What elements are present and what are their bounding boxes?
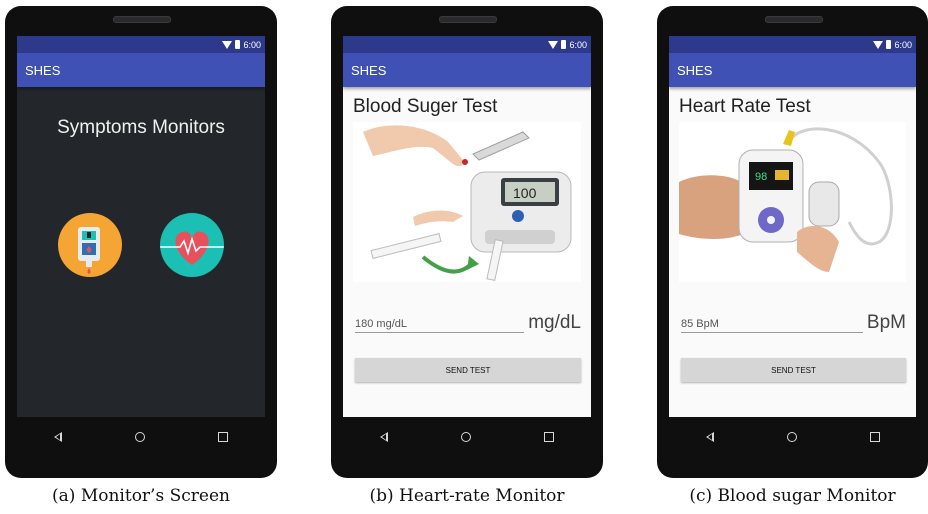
- glucose-input[interactable]: 180 mg/dL: [355, 318, 525, 333]
- home-icon[interactable]: [134, 431, 145, 442]
- send-test-button[interactable]: SEND TEST: [355, 358, 581, 382]
- app-bar: SHES: [17, 53, 265, 87]
- heart-rate-input[interactable]: 85 BpM: [681, 318, 863, 333]
- unit-label: BpM: [866, 312, 906, 333]
- speaker-grille: [439, 16, 497, 23]
- battery-icon: [561, 40, 567, 49]
- page-title: Blood Suger Test: [353, 96, 498, 117]
- recent-apps-icon[interactable]: [544, 431, 555, 442]
- wifi-icon: [873, 40, 884, 49]
- pulse-oximeter-image: 98: [679, 122, 906, 282]
- speaker-grille: [764, 16, 823, 23]
- app-bar: SHES: [669, 53, 916, 87]
- caption-blood-sugar-monitor: (c) Blood sugar Monitor: [689, 486, 896, 506]
- app-title: SHES: [677, 62, 713, 78]
- oximeter-display: 98: [755, 171, 767, 183]
- heart-monitor-icon[interactable]: [160, 213, 224, 277]
- reading-row: 180 mg/dL mg/dL: [355, 313, 581, 333]
- heart-rate-screen: 6:00 SHES Heart Rate Test 98 85 BpM BpM …: [669, 36, 916, 417]
- home-icon[interactable]: [460, 431, 471, 442]
- status-bar: 6:00: [343, 36, 591, 53]
- wifi-icon: [548, 40, 559, 49]
- meter-display: 100: [513, 185, 537, 201]
- back-icon[interactable]: [379, 431, 388, 442]
- monitor-icons: [17, 213, 265, 277]
- page-title: Symptoms Monitors: [57, 117, 225, 138]
- reading-row: 85 BpM BpM: [681, 313, 906, 333]
- send-test-button[interactable]: SEND TEST: [681, 358, 906, 382]
- recent-apps-icon[interactable]: [869, 431, 880, 442]
- back-icon[interactable]: [705, 431, 714, 442]
- monitor-screen: 6:00 SHES Symptoms Monitors: [17, 36, 265, 417]
- wifi-icon: [222, 40, 233, 49]
- glucose-meter-icon[interactable]: [58, 213, 122, 277]
- phone-blood-sugar: 6:00 SHES Blood Suger Test 100 180 mg/dL…: [331, 6, 603, 478]
- battery-icon: [235, 40, 241, 49]
- app-title: SHES: [25, 62, 61, 78]
- caption-heart-rate-monitor: (b) Heart-rate Monitor: [369, 486, 565, 506]
- back-icon[interactable]: [53, 431, 62, 442]
- app-title: SHES: [351, 62, 387, 78]
- speaker-grille: [113, 16, 171, 23]
- status-time: 6:00: [569, 39, 587, 50]
- home-icon[interactable]: [786, 431, 797, 442]
- recent-apps-icon[interactable]: [218, 431, 229, 442]
- nav-bar: [669, 417, 916, 456]
- nav-bar: [343, 417, 591, 456]
- status-bar: 6:00: [669, 36, 916, 53]
- status-time: 6:00: [243, 39, 261, 50]
- nav-bar: [17, 417, 265, 456]
- status-bar: 6:00: [17, 36, 265, 53]
- battery-icon: [886, 40, 892, 49]
- unit-label: mg/dL: [528, 312, 581, 333]
- caption-monitor: (a) Monitor’s Screen: [52, 486, 230, 506]
- app-bar: SHES: [343, 53, 591, 87]
- glucose-meter-image: 100: [353, 122, 581, 282]
- phone-heart-rate: 6:00 SHES Heart Rate Test 98 85 BpM BpM …: [657, 6, 928, 478]
- page-title: Heart Rate Test: [679, 96, 811, 117]
- status-time: 6:00: [894, 39, 912, 50]
- phone-monitor: 6:00 SHES Symptoms Monitors: [5, 6, 277, 478]
- blood-sugar-screen: 6:00 SHES Blood Suger Test 100 180 mg/dL…: [343, 36, 591, 417]
